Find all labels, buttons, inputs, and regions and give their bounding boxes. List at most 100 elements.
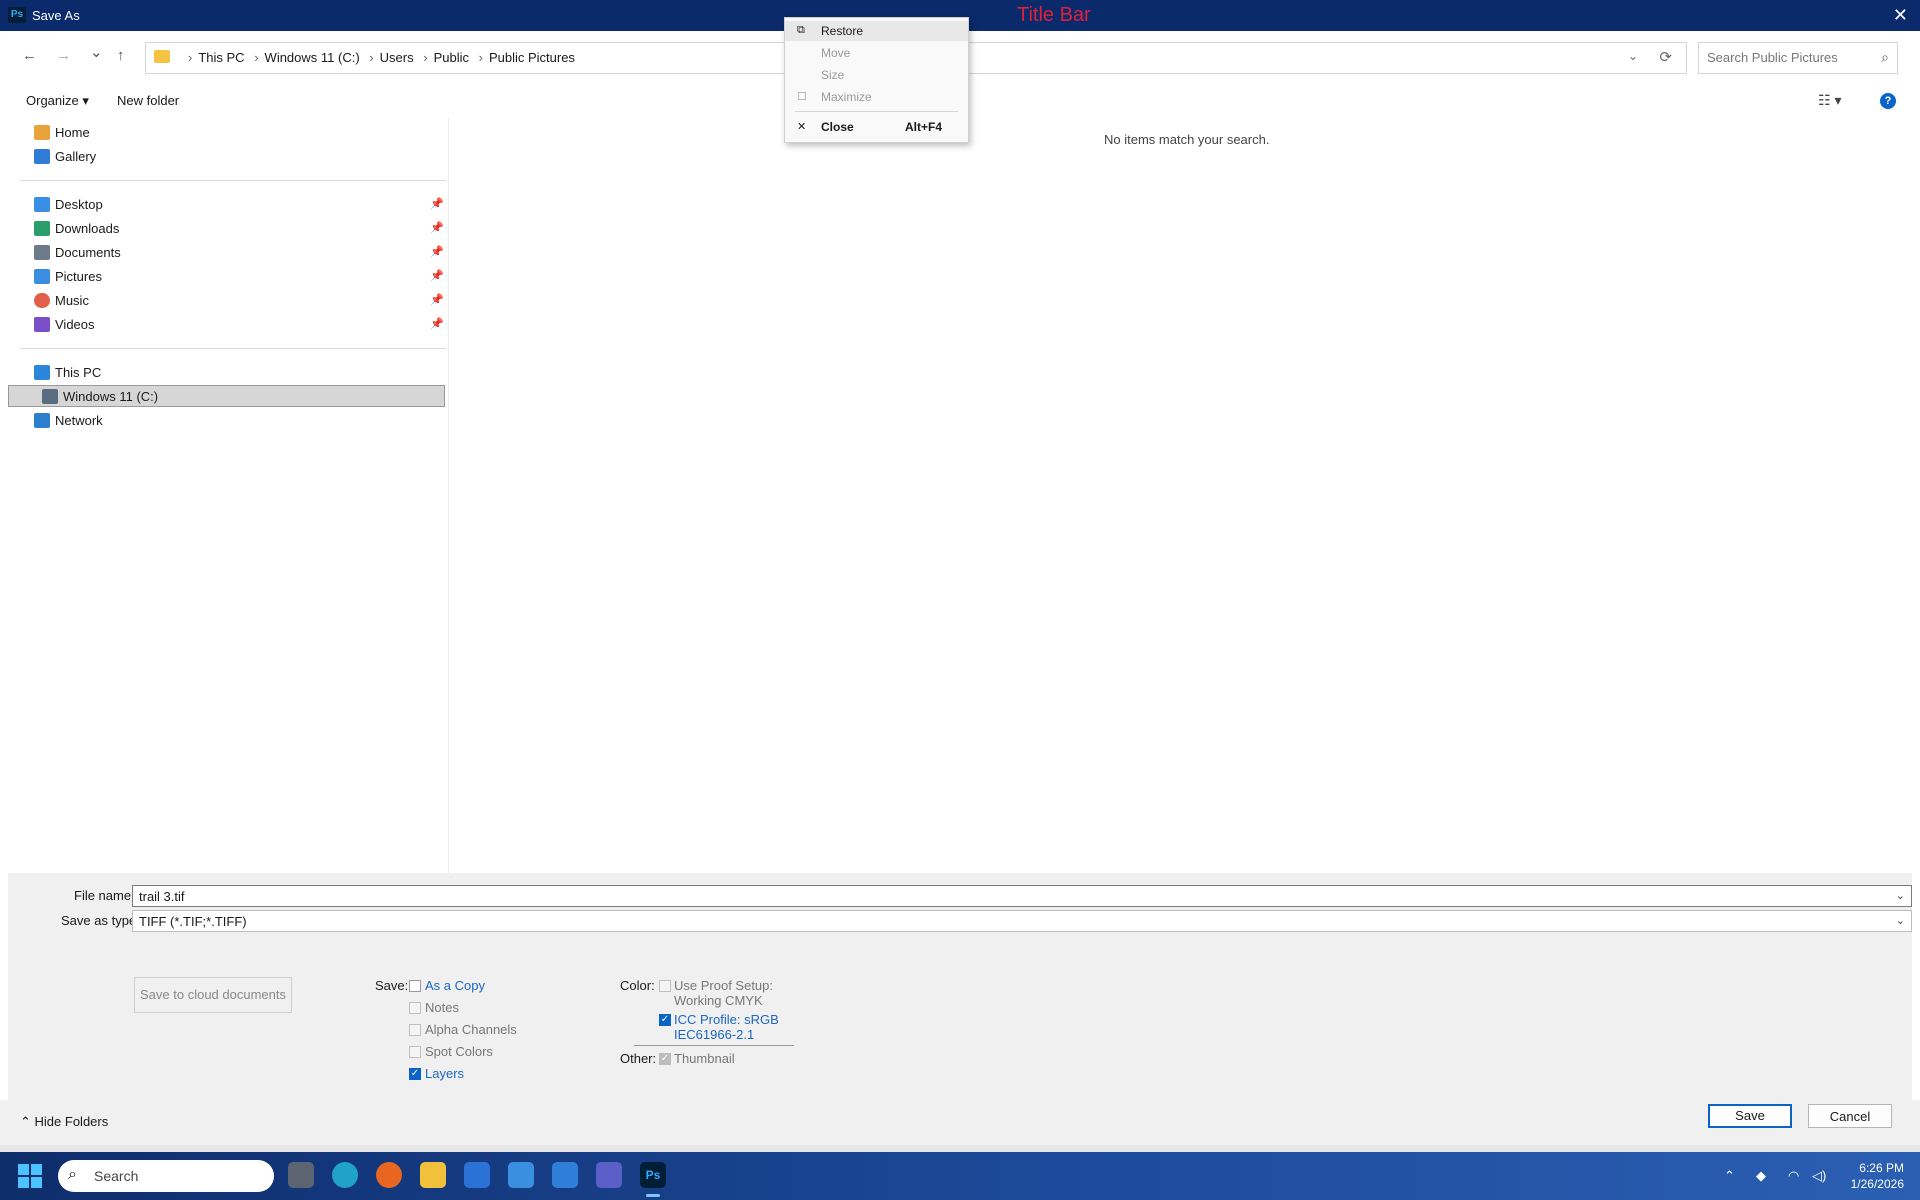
close-icon[interactable]: ✕ <box>1893 5 1908 26</box>
store-icon[interactable] <box>552 1162 578 1188</box>
search-icon[interactable]: ⌕ <box>1881 49 1889 66</box>
teams-icon[interactable] <box>596 1162 622 1188</box>
pin-icon[interactable]: 📌 <box>430 221 444 234</box>
file-list[interactable]: No items match your search. <box>450 118 1912 873</box>
sidebar-item-gallery[interactable]: Gallery <box>8 146 445 168</box>
save-button[interactable]: Save <box>1708 1104 1792 1128</box>
icc-profile-checkbox[interactable]: ✓ <box>659 1014 671 1026</box>
search-input[interactable]: Search Public Pictures <box>1707 50 1838 65</box>
maximize-icon: ☐ <box>797 91 807 103</box>
sidebar-item-desktop[interactable]: Desktop 📌 <box>8 194 445 216</box>
organize-button[interactable]: Organize ▾ <box>26 93 89 109</box>
chevron-up-icon: ⌃ <box>20 1114 31 1129</box>
clock-date: 1/26/2026 <box>1850 1177 1904 1191</box>
sidebar-item-this-pc[interactable]: This PC <box>8 362 445 384</box>
pin-icon[interactable]: 📌 <box>430 245 444 258</box>
notes-checkbox <box>409 1002 421 1014</box>
photoshop-icon[interactable]: Ps <box>640 1162 666 1188</box>
back-arrow-icon[interactable]: ← <box>22 47 37 64</box>
wifi-icon[interactable]: ◠ <box>1788 1168 1799 1184</box>
pin-icon[interactable]: 📌 <box>430 317 444 330</box>
search-box[interactable]: Search Public Pictures ⌕ <box>1698 42 1898 74</box>
tray-app-icon[interactable]: ◆ <box>1756 1168 1766 1184</box>
layers-checkbox[interactable]: ✓ <box>409 1068 421 1080</box>
sidebar-item-documents[interactable]: Documents 📌 <box>8 242 445 264</box>
menu-item-shortcut: Alt+F4 <box>905 120 943 134</box>
restore-icon: ⧉ <box>797 24 805 36</box>
icc-profile-label[interactable]: ICC Profile: sRGB <box>674 1012 779 1027</box>
active-app-indicator <box>646 1194 660 1197</box>
menu-item-maximize: ☐ Maximize <box>785 87 968 107</box>
address-dropdown-icon[interactable]: ⌄ <box>1628 49 1638 63</box>
pin-icon[interactable]: 📌 <box>430 197 444 210</box>
taskbar-search-box[interactable]: ⌕ Search <box>58 1160 274 1192</box>
taskbar-search-input[interactable]: Search <box>94 1168 138 1184</box>
refresh-icon[interactable]: ⟳ <box>1659 48 1672 66</box>
task-view-icon[interactable] <box>288 1162 314 1188</box>
sidebar-item-label: Gallery <box>55 149 97 164</box>
menu-item-close[interactable]: ✕ Close Alt+F4 <box>785 117 968 137</box>
desktop-icon <box>34 197 50 212</box>
pane-divider[interactable] <box>448 118 449 873</box>
sidebar-item-videos[interactable]: Videos 📌 <box>8 314 445 336</box>
menu-item-label: Close <box>821 120 854 134</box>
navigation-pane: Home Gallery Desktop 📌 Downloads 📌 Docum… <box>8 118 448 873</box>
cancel-button[interactable]: Cancel <box>1808 1104 1892 1128</box>
alpha-channels-label: Alpha Channels <box>425 1022 517 1037</box>
chevron-up-icon[interactable]: ⌃ <box>1724 1168 1735 1184</box>
clock-time: 6:26 PM <box>1859 1161 1904 1175</box>
new-folder-button[interactable]: New folder <box>117 93 179 108</box>
pin-icon[interactable]: 📌 <box>430 293 444 306</box>
breadcrumb-item[interactable]: Public <box>434 50 469 65</box>
volume-icon[interactable]: ◁) <box>1812 1168 1826 1184</box>
up-arrow-icon[interactable]: ↑ <box>117 47 125 64</box>
horizontal-scrollbar[interactable] <box>0 1145 1920 1152</box>
clock[interactable]: 6:26 PM 1/26/2026 <box>1848 1160 1904 1192</box>
sidebar-item-label: Windows 11 (C:) <box>63 389 159 404</box>
breadcrumb-item[interactable]: Public Pictures <box>489 50 575 65</box>
pin-icon[interactable]: 📌 <box>430 269 444 282</box>
as-a-copy-checkbox[interactable] <box>409 980 421 992</box>
file-name-input[interactable]: trail 3.tif <box>139 889 185 904</box>
sidebar-item-windows-11-c[interactable]: Windows 11 (C:) <box>8 385 445 407</box>
title-bar-annotation: Title Bar <box>1017 4 1091 26</box>
network-icon <box>34 413 50 428</box>
photoshop-app-icon: Ps <box>8 7 26 23</box>
sidebar-item-downloads[interactable]: Downloads 📌 <box>8 218 445 240</box>
hide-folders-button[interactable]: ⌃ Hide Folders <box>20 1114 108 1130</box>
app-icon[interactable] <box>508 1162 534 1188</box>
recent-locations-icon[interactable]: ⌄ <box>90 43 103 61</box>
sidebar-item-music[interactable]: Music 📌 <box>8 290 445 312</box>
sidebar-item-home[interactable]: Home <box>8 122 445 144</box>
file-explorer-icon[interactable] <box>420 1162 446 1188</box>
breadcrumb-item[interactable]: This PC <box>198 50 244 65</box>
as-a-copy-label[interactable]: As a Copy <box>425 978 485 993</box>
breadcrumb-separator: › <box>423 50 428 65</box>
edge-icon[interactable] <box>332 1162 358 1188</box>
menu-item-restore[interactable]: ⧉ Restore <box>785 21 968 41</box>
breadcrumb-item[interactable]: Windows 11 (C:) <box>265 50 360 65</box>
save-to-cloud-button[interactable]: Save to cloud documents <box>134 977 292 1013</box>
layers-label[interactable]: Layers <box>425 1066 464 1081</box>
file-name-field[interactable]: trail 3.tif ⌄ <box>132 885 1912 907</box>
chevron-down-icon[interactable]: ⌄ <box>1896 914 1905 927</box>
sidebar-item-label: Videos <box>55 317 95 332</box>
app-icon[interactable] <box>464 1162 490 1188</box>
taskbar: ⌕ Search Ps ⌃ ◆ ◠ ◁) 6:26 PM 1/26/2026 <box>0 1152 1920 1200</box>
chevron-down-icon[interactable]: ⌄ <box>1896 889 1905 902</box>
sidebar-item-network[interactable]: Network <box>8 410 445 432</box>
firefox-icon[interactable] <box>376 1162 402 1188</box>
save-options-label: Save: <box>375 978 409 993</box>
breadcrumb-separator: › <box>478 50 483 65</box>
this-pc-icon <box>34 365 50 380</box>
sidebar-divider <box>20 180 446 181</box>
sidebar-item-pictures[interactable]: Pictures 📌 <box>8 266 445 288</box>
forward-arrow-icon[interactable]: → <box>56 47 71 64</box>
spot-colors-checkbox <box>409 1046 421 1058</box>
help-icon[interactable]: ? <box>1880 93 1896 109</box>
save-type-select[interactable]: TIFF (*.TIF;*.TIFF) ⌄ <box>132 910 1912 932</box>
windows-start-icon[interactable] <box>18 1164 42 1188</box>
downloads-icon <box>34 221 50 236</box>
breadcrumb-item[interactable]: Users <box>380 50 414 65</box>
view-options-icon[interactable]: ☷ ▾ <box>1818 92 1841 109</box>
